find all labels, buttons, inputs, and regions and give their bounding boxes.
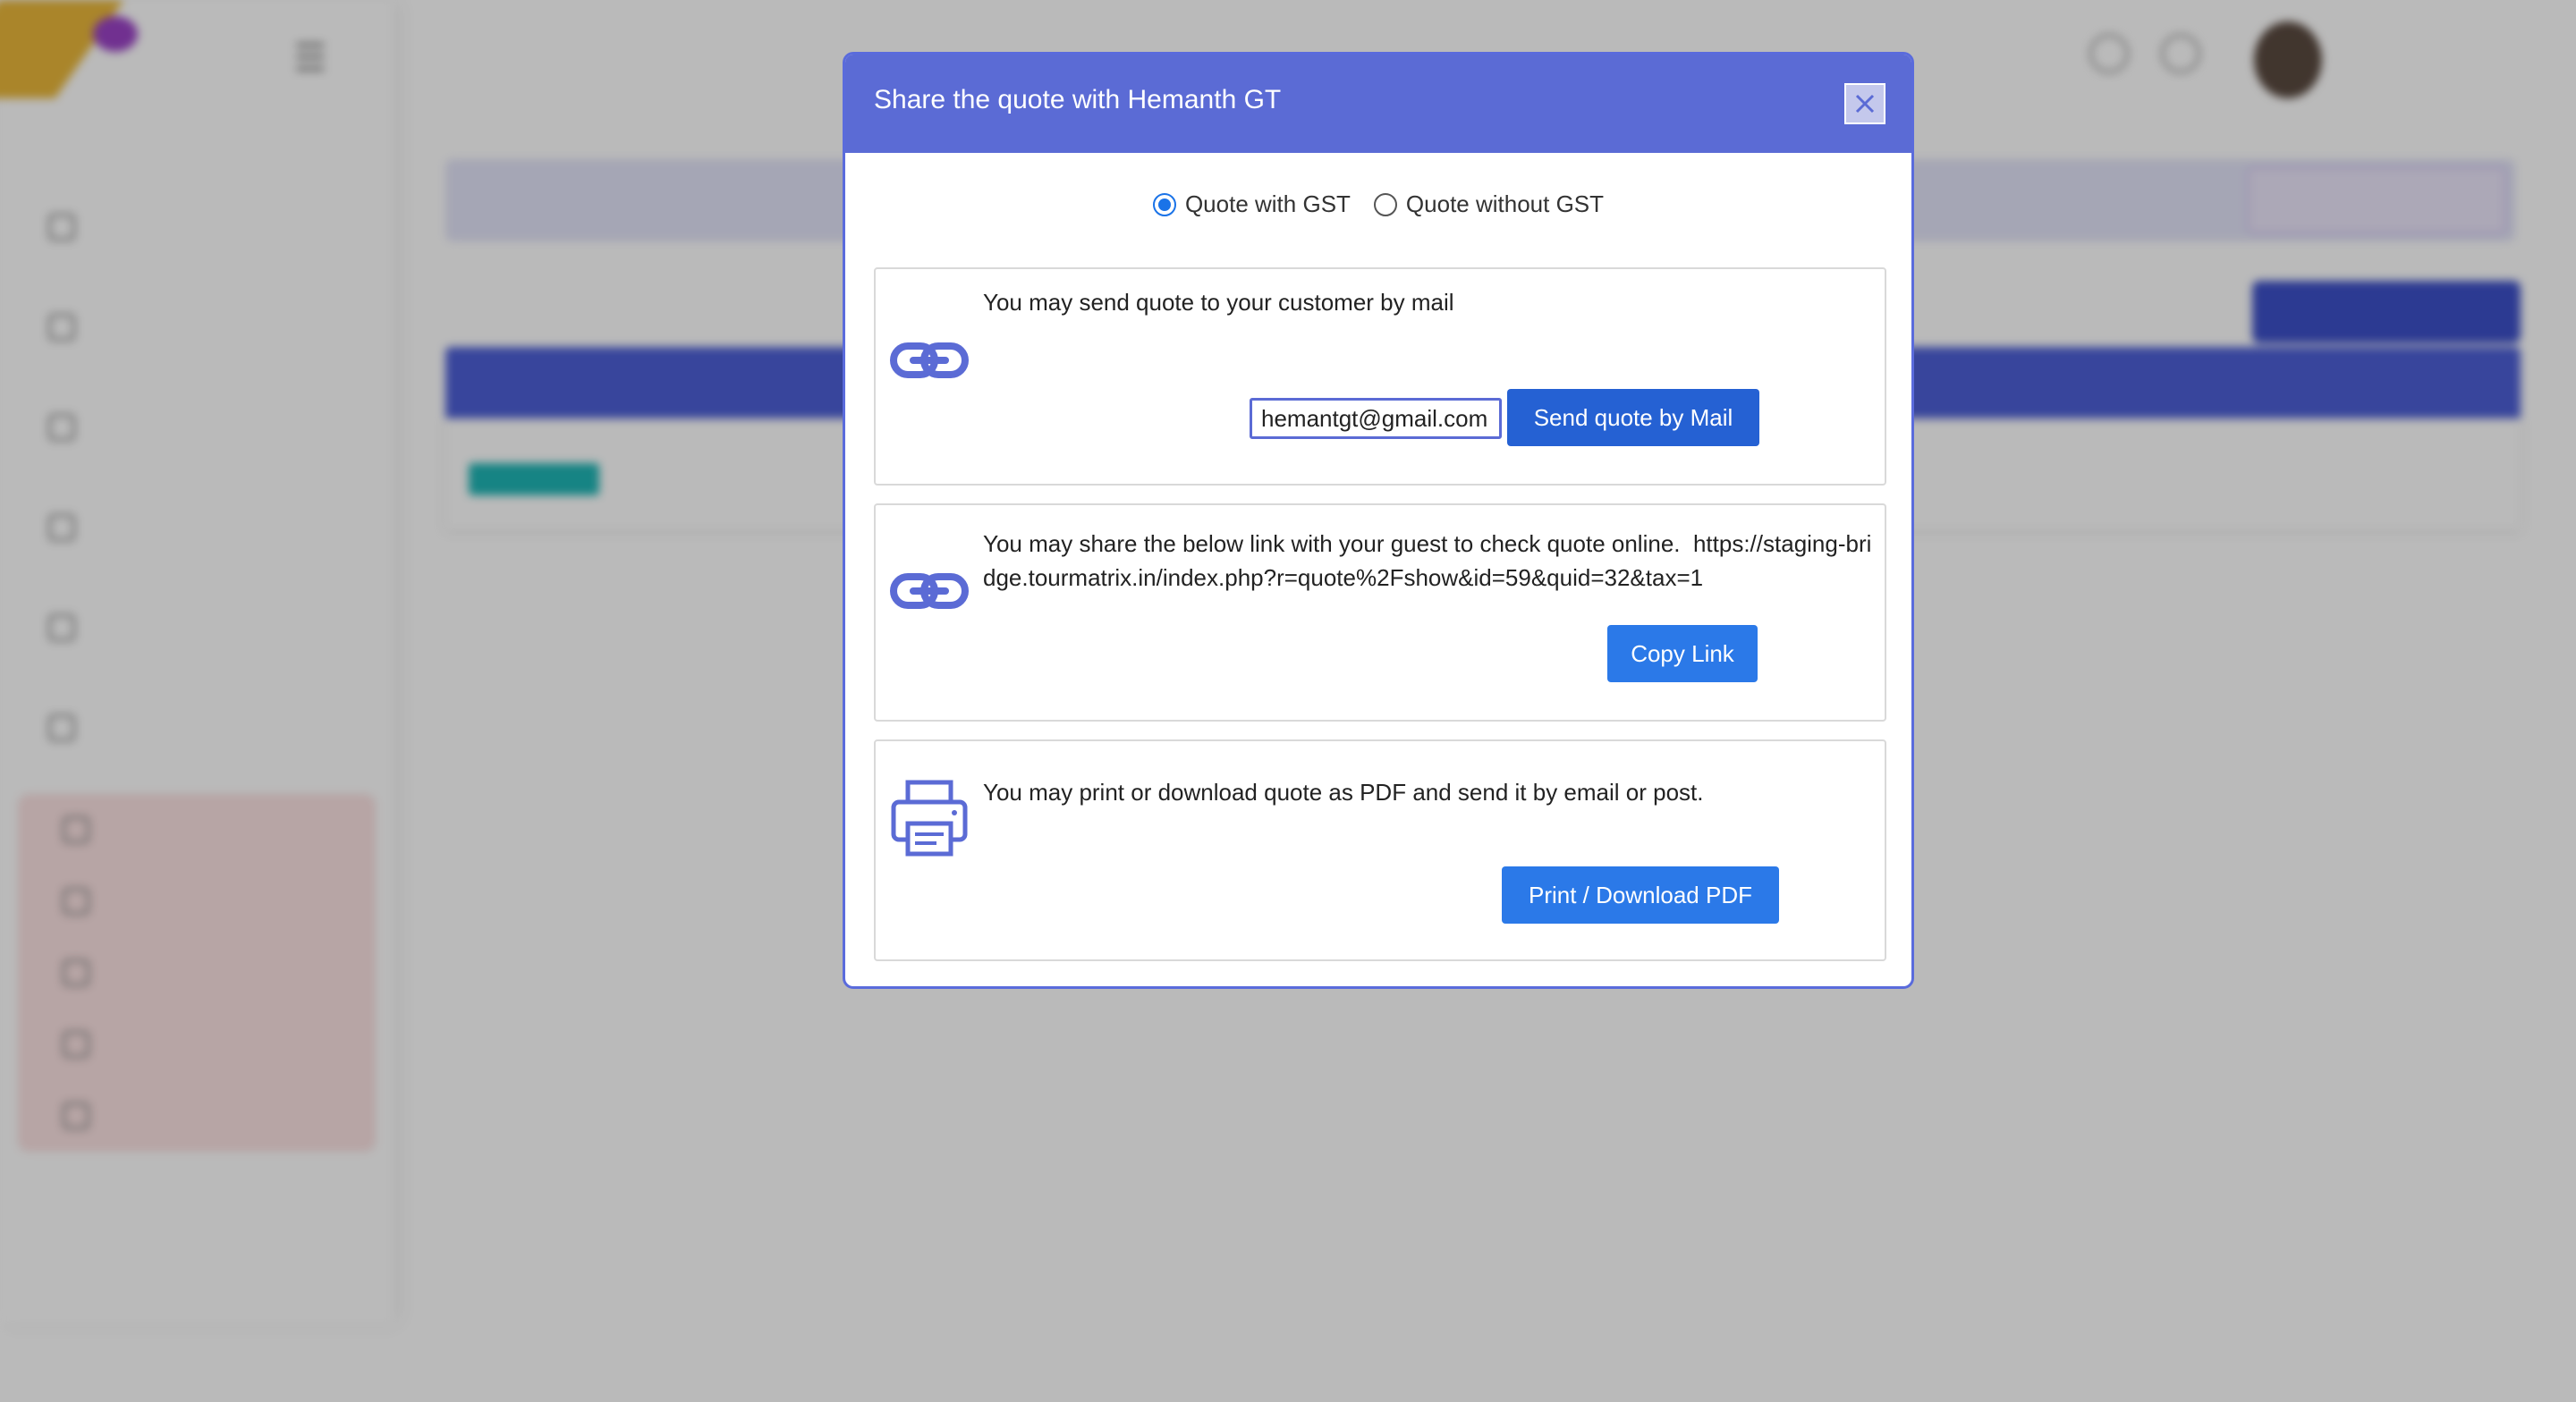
link-icon [890,573,969,609]
pdf-share-card: You may print or download quote as PDF a… [874,739,1886,961]
radio-quote-with-gst[interactable]: Quote with GST [1152,190,1351,218]
modal-title: Share the quote with Hemanth GT [874,85,1282,114]
send-quote-by-mail-button[interactable]: Send quote by Mail [1507,389,1759,446]
radio-button[interactable] [1373,192,1397,216]
link-share-card: You may share the below link with your g… [874,503,1886,722]
radio-label: Quote without GST [1405,190,1605,217]
modal-header: Share the quote with Hemanth GT [845,55,1911,153]
email-input[interactable] [1250,398,1502,439]
mail-share-card: You may send quote to your customer by m… [874,267,1886,486]
link-share-text: You may share the below link with your g… [983,527,1877,595]
pdf-share-text: You may print or download quote as PDF a… [983,779,1704,806]
radio-label: Quote with GST [1184,190,1351,217]
close-icon [1855,94,1875,114]
gst-radio-group: Quote with GST Quote without GST [845,190,1911,218]
link-icon [890,342,969,378]
printer-icon [891,780,968,857]
close-button[interactable] [1844,83,1885,124]
share-quote-modal: Share the quote with Hemanth GT Quote wi… [843,52,1914,989]
radio-button[interactable] [1152,192,1176,216]
radio-quote-without-gst[interactable]: Quote without GST [1373,190,1605,218]
print-download-pdf-button[interactable]: Print / Download PDF [1502,866,1779,924]
link-share-description: You may share the below link with your g… [983,530,1681,557]
copy-link-button[interactable]: Copy Link [1607,625,1758,682]
mail-share-text: You may send quote to your customer by m… [983,289,1454,316]
